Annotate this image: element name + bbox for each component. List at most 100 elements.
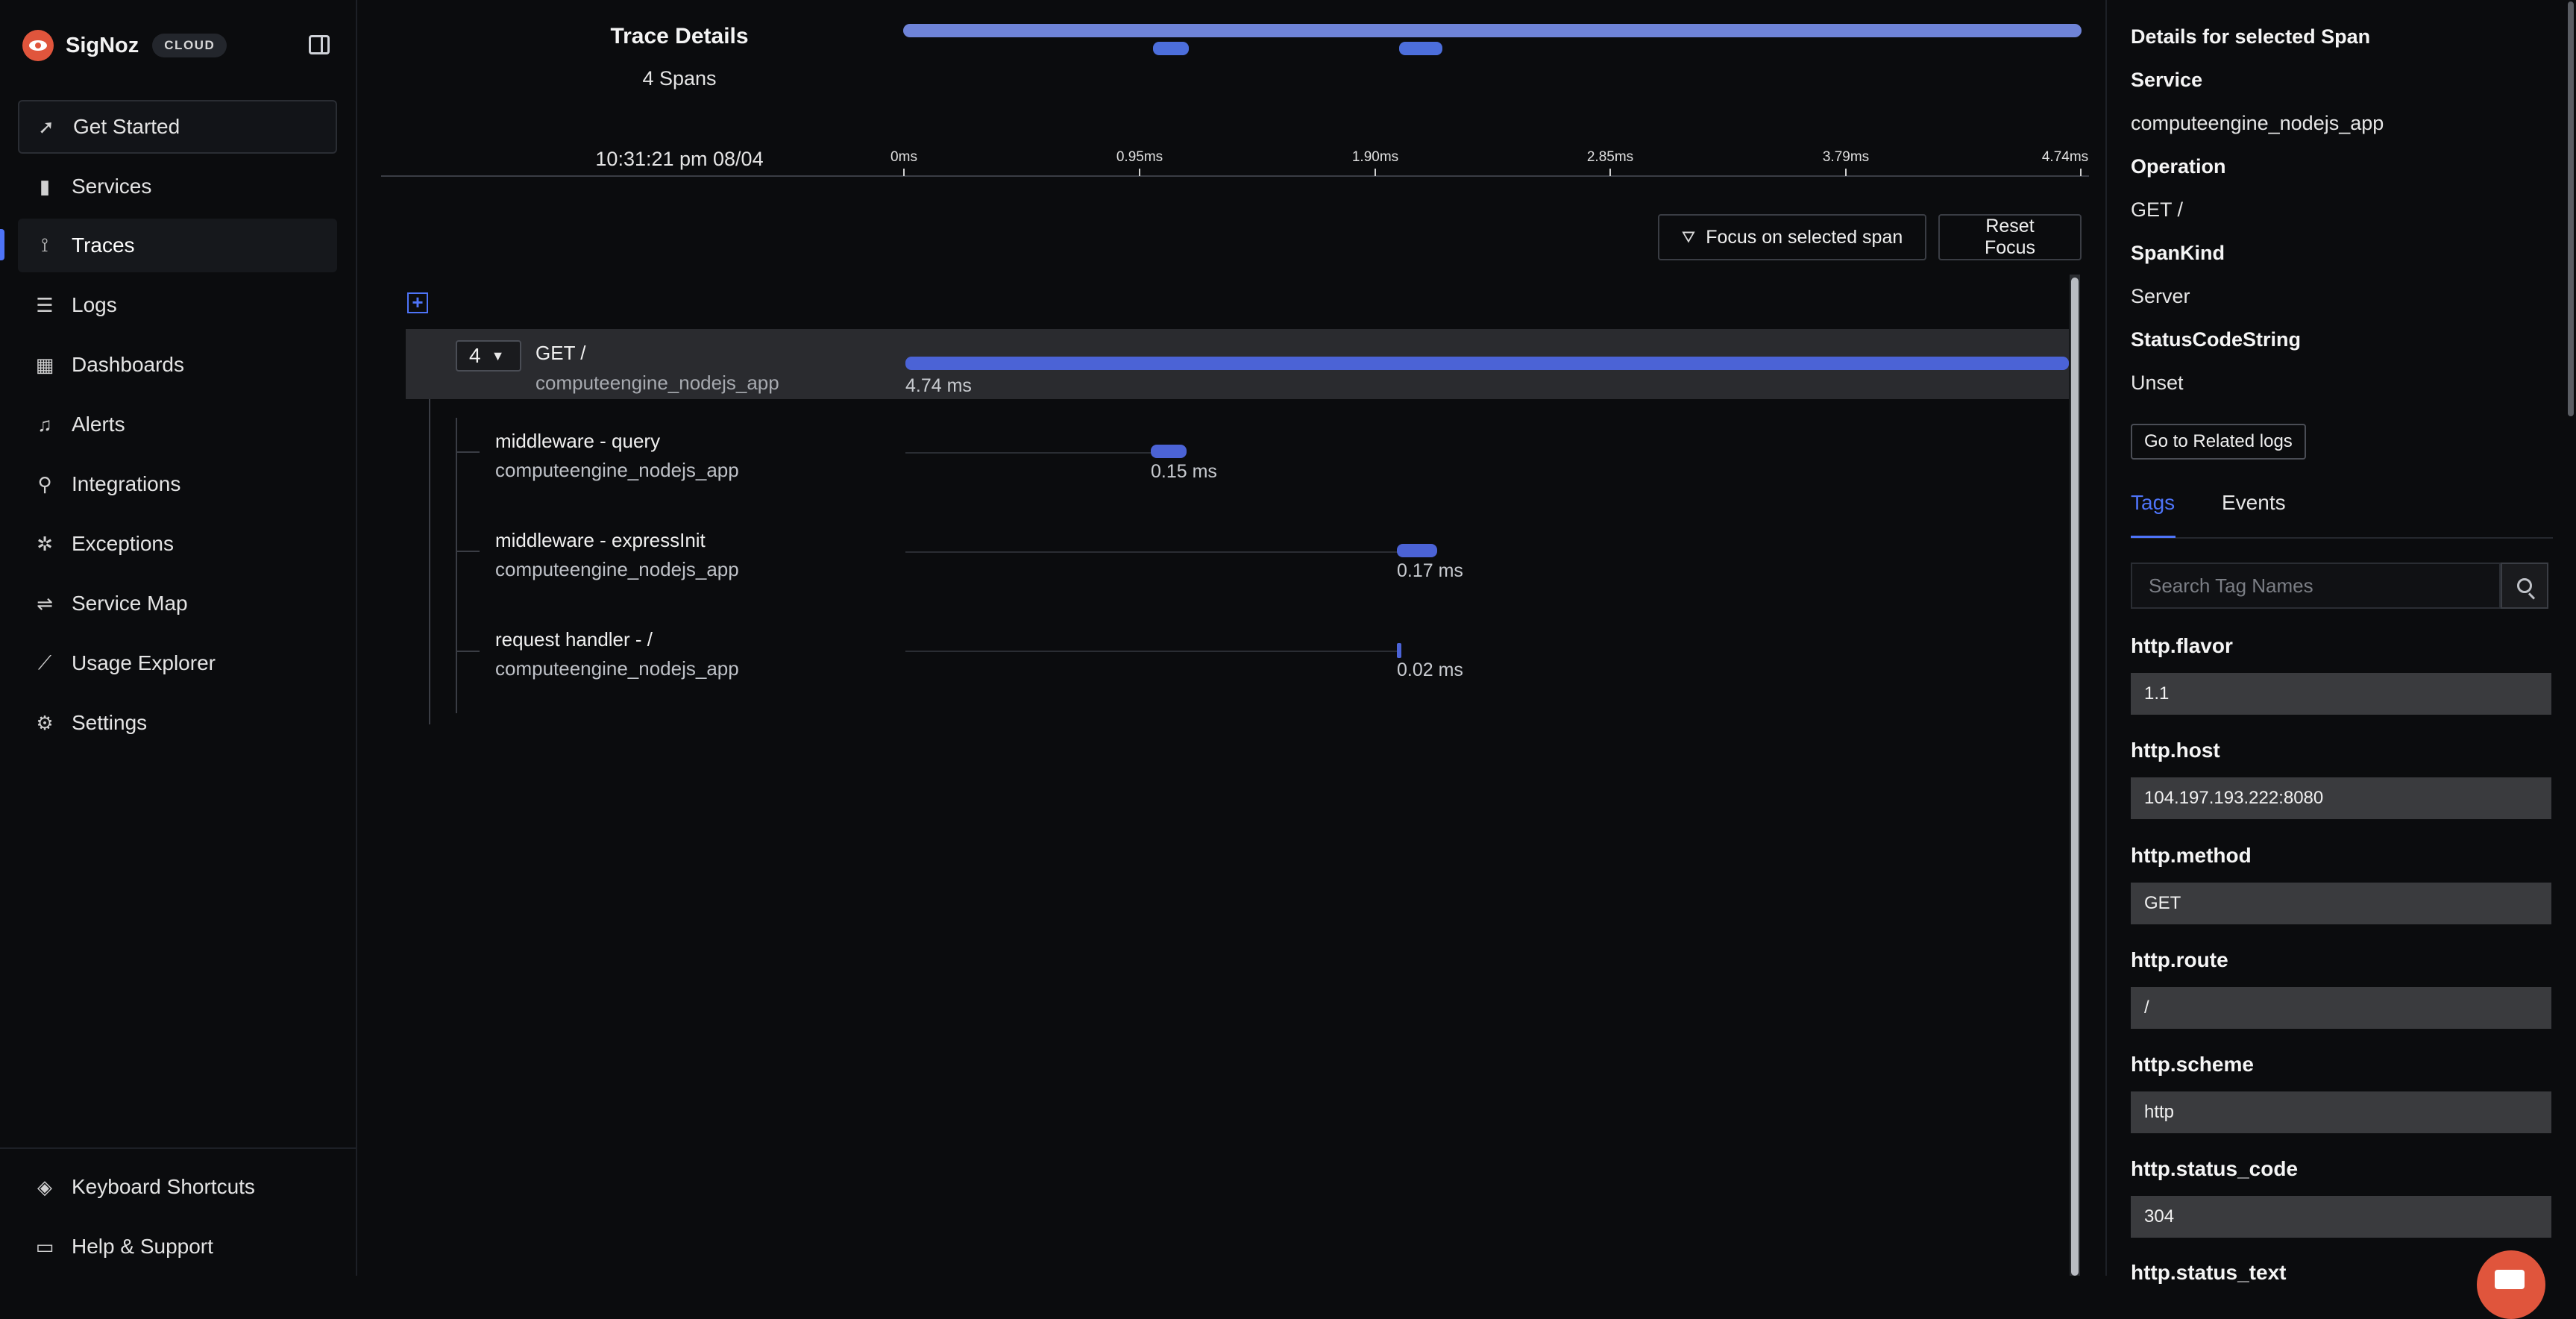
sidebar-divider xyxy=(0,1147,357,1149)
tab-events[interactable]: Events xyxy=(2222,491,2286,515)
sidebar-item-help-support[interactable]: ▭ Help & Support xyxy=(18,1220,337,1273)
sidebar-item-integrations[interactable]: ⚲ Integrations xyxy=(18,457,337,511)
span-bar-root[interactable] xyxy=(905,357,2069,370)
details-title: Details for selected Span xyxy=(2131,25,2371,48)
timeline-tick xyxy=(2080,169,2082,176)
sidebar-item-label: Exceptions xyxy=(72,532,174,555)
span-name: GET / xyxy=(535,342,586,364)
chat-support-icon[interactable] xyxy=(2477,1250,2545,1319)
minimap-span-bar xyxy=(1399,42,1442,55)
signoz-logo-icon xyxy=(22,30,54,61)
span-service: computeengine_nodejs_app xyxy=(495,558,739,580)
tag-key: http.scheme xyxy=(2131,1053,2254,1076)
tag-key: http.flavor xyxy=(2131,634,2233,657)
span-name[interactable]: middleware - query xyxy=(495,430,660,453)
tag-value: http xyxy=(2131,1091,2551,1133)
layers-icon: ◈ xyxy=(37,1175,52,1198)
active-tab-indicator xyxy=(2131,536,2176,538)
sidebar-item-get-started[interactable]: ➚ Get Started xyxy=(18,100,337,154)
logs-icon: ☰ xyxy=(36,293,54,316)
sidebar-item-exceptions[interactable]: ✲ Exceptions xyxy=(18,517,337,571)
sidebar-item-label: Help & Support xyxy=(72,1235,213,1258)
field-value: Server xyxy=(2131,285,2190,307)
search-icon xyxy=(2517,578,2532,593)
span-name[interactable]: request handler - / xyxy=(495,628,653,651)
span-service: computeengine_nodejs_app xyxy=(495,657,739,680)
plug-icon: ⚲ xyxy=(37,472,52,495)
timeline-tick-label: 1.90ms xyxy=(1351,149,1399,165)
timeline-tick-label: 2.85ms xyxy=(1586,149,1634,165)
minimap-span-bar xyxy=(1153,42,1189,55)
sidebar-item-usage-explorer[interactable]: ⟋ Usage Explorer xyxy=(18,636,337,690)
sidebar-item-logs[interactable]: ☰ Logs xyxy=(18,278,337,332)
go-to-related-logs-button[interactable]: Go to Related logs xyxy=(2131,424,2306,460)
span-service: computeengine_nodejs_app xyxy=(495,459,739,481)
line-chart-icon: ⟋ xyxy=(37,651,52,674)
tag-search-input[interactable] xyxy=(2131,563,2501,609)
field-label: SpanKind xyxy=(2131,242,2225,264)
tag-value: 304 xyxy=(2131,1196,2551,1238)
tag-key: http.status_code xyxy=(2131,1157,2299,1180)
timeline-tick xyxy=(1375,169,1376,176)
timeline-tick xyxy=(903,169,905,176)
field-label: Operation xyxy=(2131,155,2226,178)
sidebar-item-label: Alerts xyxy=(72,413,125,436)
gear-icon: ⚙ xyxy=(36,711,54,734)
brand[interactable]: SigNoz CLOUD xyxy=(22,27,227,64)
expand-all-icon[interactable]: + xyxy=(407,292,428,313)
sidebar-item-settings[interactable]: ⚙ Settings xyxy=(18,696,337,750)
span-count: 4 Spans xyxy=(642,67,717,90)
route-icon: ⇌ xyxy=(37,592,53,615)
span-list-scroll-thumb[interactable] xyxy=(2071,278,2079,1276)
timeline-tick-label: 4.74ms xyxy=(2041,149,2089,165)
sidebar-item-services[interactable]: ▮ Services xyxy=(18,160,337,213)
tag-value: / xyxy=(2131,987,2551,1029)
tag-key: http.route xyxy=(2131,948,2228,971)
bell-icon: ♫ xyxy=(37,413,52,436)
field-value: computeengine_nodejs_app xyxy=(2131,112,2384,134)
traces-icon: ⟟ xyxy=(41,234,48,256)
bar-chart-icon: ▮ xyxy=(39,175,51,198)
timeline-tick-label: 3.79ms xyxy=(1822,149,1870,165)
message-icon: ▭ xyxy=(35,1235,54,1258)
active-indicator xyxy=(0,229,4,260)
brand-name: SigNoz xyxy=(66,33,139,57)
sidebar-item-traces[interactable]: ⟟ Traces xyxy=(18,219,337,272)
tree-connector xyxy=(456,418,457,713)
sidebar-item-service-map[interactable]: ⇌ Service Map xyxy=(18,577,337,630)
span-name[interactable]: middleware - expressInit xyxy=(495,529,706,552)
sidebar-item-label: Keyboard Shortcuts xyxy=(72,1175,255,1198)
rocket-icon: ➚ xyxy=(38,115,54,138)
focus-selected-span-button[interactable]: ⛛ Focus on selected span xyxy=(1658,214,1926,260)
reset-focus-button[interactable]: Reset Focus xyxy=(1938,214,2082,260)
tree-connector xyxy=(456,551,480,552)
sidebar-item-alerts[interactable]: ♫ Alerts xyxy=(18,398,337,451)
bug-icon: ✲ xyxy=(37,532,53,555)
focus-button-label: Focus on selected span xyxy=(1706,226,1903,248)
sidebar-item-label: Settings xyxy=(72,711,148,734)
field-value: Unset xyxy=(2131,372,2184,394)
span-details-panel: Details for selected Span Service comput… xyxy=(2105,0,2576,1284)
minimap-root-bar xyxy=(903,24,2082,37)
timeline-tick-label: 0.95ms xyxy=(1116,149,1163,165)
span-duration: 0.02 ms xyxy=(1397,660,1463,680)
sidebar-item-label: Get Started xyxy=(73,115,180,138)
sidebar-item-label: Services xyxy=(72,175,152,198)
collapse-sidebar-icon[interactable] xyxy=(309,35,330,54)
span-offset-line xyxy=(905,452,1152,454)
span-duration: 0.17 ms xyxy=(1397,560,1463,581)
details-scrollbar[interactable] xyxy=(2568,1,2574,416)
span-bar[interactable] xyxy=(1397,544,1437,557)
sidebar-item-label: Integrations xyxy=(72,472,181,495)
sidebar-item-dashboards[interactable]: ▦ Dashboards xyxy=(18,338,337,392)
tag-key: http.method xyxy=(2131,844,2252,867)
tag-value: 104.197.193.222:8080 xyxy=(2131,777,2551,819)
sidebar-item-keyboard-shortcuts[interactable]: ◈ Keyboard Shortcuts xyxy=(18,1160,337,1214)
span-bar[interactable] xyxy=(1397,643,1401,658)
search-button[interactable] xyxy=(2501,563,2548,609)
span-bar[interactable] xyxy=(1151,445,1187,458)
timeline-tick xyxy=(1139,169,1140,176)
tab-tags[interactable]: Tags xyxy=(2131,491,2175,515)
tag-value: GET xyxy=(2131,883,2551,924)
child-count-toggle[interactable]: 4 ▼ xyxy=(456,340,521,372)
